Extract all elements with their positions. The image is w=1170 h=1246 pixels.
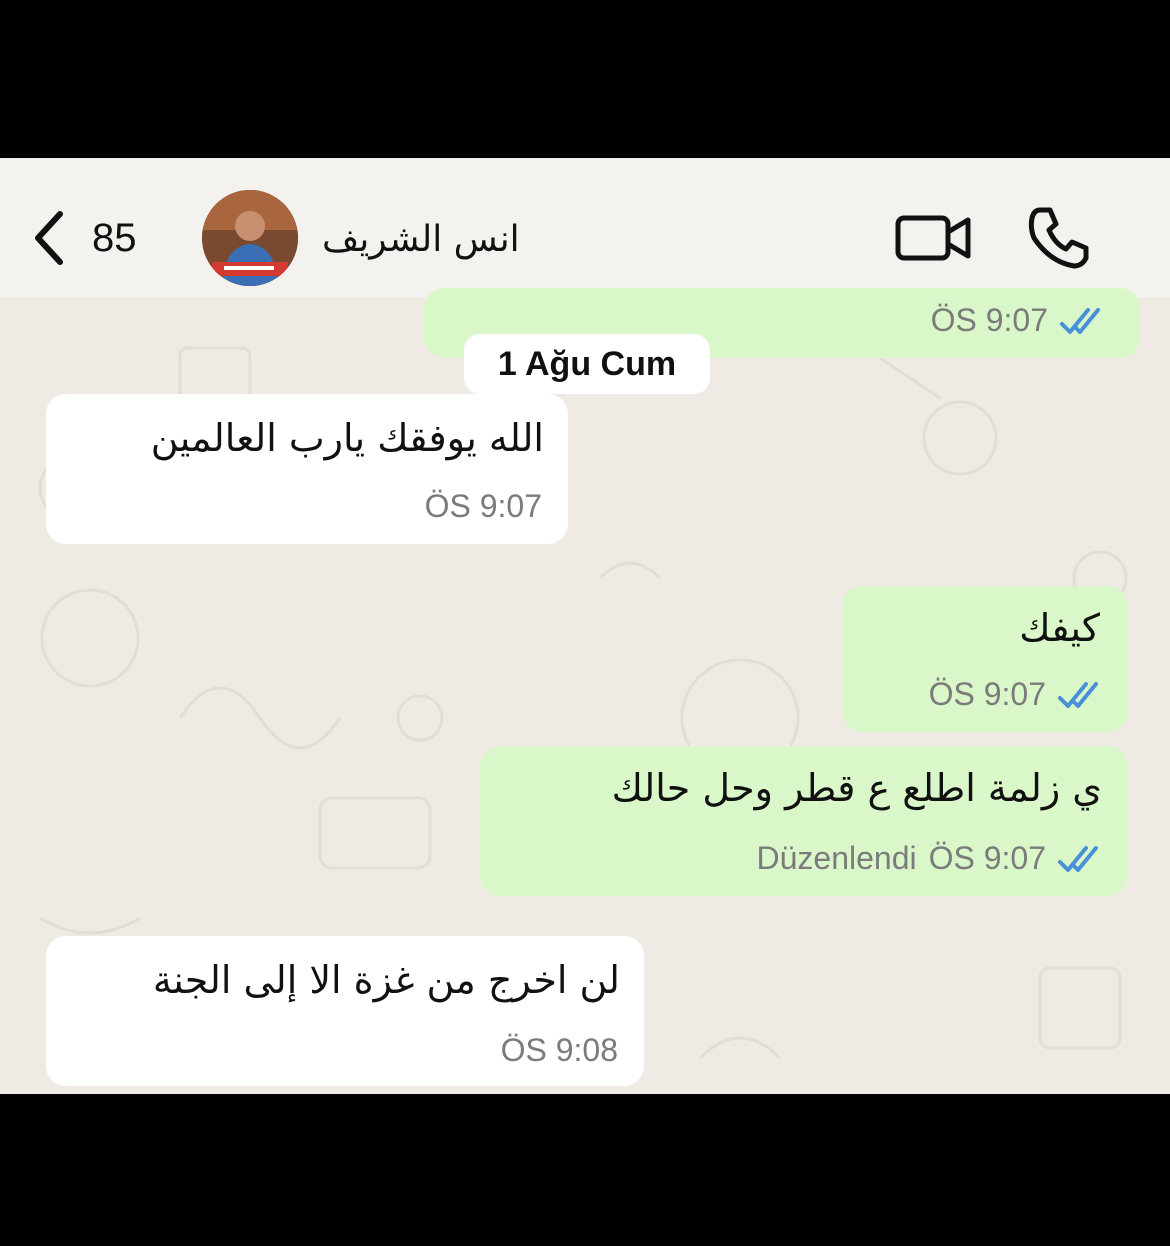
- message-time: ÖS 9:07: [930, 302, 1048, 338]
- back-chevron-icon: [35, 211, 63, 265]
- message-text: ي زلمة اطلع ع قطر وحل حالك: [611, 766, 1102, 810]
- contact-name[interactable]: انس الشريف: [322, 210, 562, 270]
- chat-header: 85 انس الشريف: [0, 158, 1170, 298]
- double-check-icon: [1058, 845, 1098, 872]
- edited-label: Düzenlendi: [756, 840, 917, 876]
- message-meta: ÖS 9:07: [931, 302, 1104, 339]
- back-button[interactable]: 85: [28, 206, 168, 270]
- date-separator: 1 Ağu Cum: [464, 334, 710, 394]
- incoming-message-bubble[interactable]: الله يوفقك يارب العالمين ÖS 9:07: [46, 394, 568, 544]
- bottom-black-band: [0, 1094, 1170, 1246]
- message-text: الله يوفقك يارب العالمين: [150, 416, 544, 460]
- avatar-photo: [202, 190, 298, 286]
- outgoing-message-bubble[interactable]: كيفك ÖS 9:07: [842, 586, 1128, 732]
- message-text: لن اخرج من غزة الا إلى الجنة: [152, 958, 620, 1002]
- outgoing-message-bubble[interactable]: ي زلمة اطلع ع قطر وحل حالك Düzenlendi ÖS…: [480, 746, 1128, 896]
- message-meta: Düzenlendi ÖS 9:07: [756, 840, 1102, 877]
- top-black-band: [0, 0, 1170, 158]
- message-meta: ÖS 9:08: [501, 1032, 618, 1069]
- incoming-message-bubble[interactable]: لن اخرج من غزة الا إلى الجنة ÖS 9:08: [46, 936, 644, 1086]
- video-call-icon[interactable]: [894, 210, 974, 266]
- message-time: ÖS 9:07: [424, 488, 542, 524]
- message-time: ÖS 9:07: [928, 676, 1046, 712]
- message-meta: ÖS 9:07: [425, 488, 542, 525]
- message-time: ÖS 9:07: [928, 840, 1046, 876]
- double-check-icon: [1058, 681, 1098, 708]
- contact-avatar[interactable]: [202, 190, 298, 286]
- message-text: كيفك: [1019, 606, 1100, 650]
- message-meta: ÖS 9:07: [929, 676, 1102, 713]
- phone-icon[interactable]: [1022, 202, 1094, 274]
- unread-count: 85: [92, 215, 137, 260]
- chat-screen: 85 انس الشريف ÖS 9:07 1 Ağu Cum الله يوف…: [0, 158, 1170, 1094]
- double-check-icon: [1060, 307, 1100, 334]
- message-time: ÖS 9:08: [500, 1032, 618, 1068]
